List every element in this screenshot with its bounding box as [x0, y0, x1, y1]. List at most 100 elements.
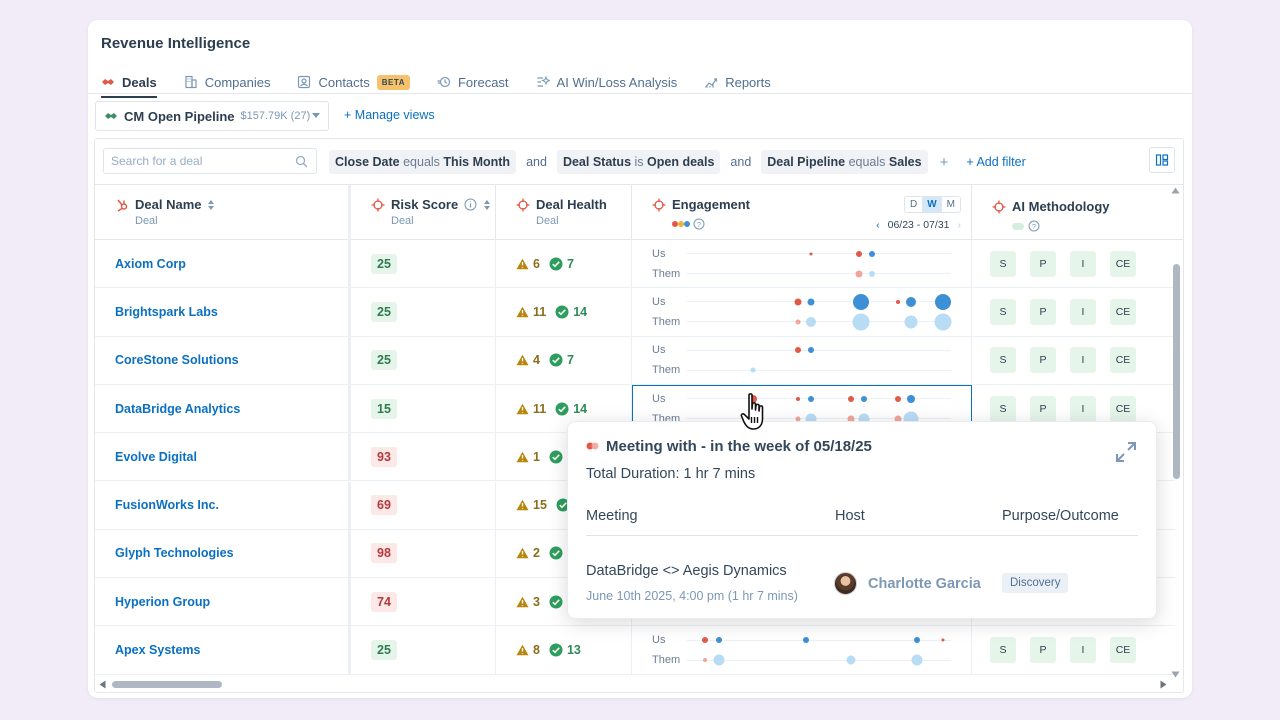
column-layout-button[interactable] [1149, 147, 1175, 173]
engagement-dot[interactable] [855, 250, 862, 257]
engagement-dot[interactable] [907, 394, 916, 403]
methodology-badge[interactable]: S [990, 637, 1016, 664]
engagement-dot[interactable] [934, 313, 952, 331]
engagement-dot[interactable] [808, 347, 815, 354]
search-field[interactable] [103, 148, 317, 174]
engagement-cell[interactable]: Us Them [632, 240, 972, 288]
methodology-badge[interactable]: I [1070, 347, 1096, 374]
engagement-dot[interactable] [795, 396, 800, 401]
engagement-dot[interactable] [794, 298, 802, 306]
methodology-badge[interactable]: P [1030, 347, 1056, 374]
engagement-dot[interactable] [703, 658, 708, 663]
methodology-badge[interactable]: P [1030, 250, 1056, 277]
deal-health-summary[interactable]: 1 [516, 450, 567, 464]
deal-name-link[interactable]: DataBridge Analytics [95, 402, 240, 416]
engagement-dot[interactable] [860, 395, 867, 402]
col-deal-health[interactable]: Deal Health Deal [496, 185, 632, 241]
engagement-dot[interactable] [896, 299, 901, 304]
engagement-dot[interactable] [868, 270, 875, 277]
engagement-dot[interactable] [713, 654, 725, 666]
deal-health-summary[interactable]: 8 13 [516, 643, 581, 657]
methodology-badge[interactable]: CE [1110, 347, 1136, 374]
methodology-badge[interactable]: P [1030, 298, 1056, 325]
methodology-badge[interactable]: S [990, 395, 1016, 422]
tab-ai-win-loss[interactable]: AI Win/Loss Analysis [536, 70, 677, 94]
deal-name-link[interactable]: Glyph Technologies [95, 546, 234, 560]
chevron-left-icon[interactable]: ‹ [876, 219, 880, 231]
methodology-badge[interactable]: I [1070, 395, 1096, 422]
engagement-dot[interactable] [868, 250, 875, 257]
deal-name-link[interactable]: Evolve Digital [95, 450, 197, 464]
horizontal-scroll-thumb[interactable] [112, 681, 222, 688]
engagement-cell[interactable]: Us Them [632, 626, 972, 674]
deal-name-link[interactable]: Apex Systems [95, 643, 200, 657]
expand-icon[interactable] [1114, 440, 1138, 464]
toggle-week[interactable]: W [922, 197, 942, 212]
deal-health-summary[interactable]: 47 [516, 353, 574, 367]
toggle-month[interactable]: M [942, 197, 960, 212]
add-filter-button[interactable]: + Add filter [966, 155, 1025, 169]
deal-health-summary[interactable]: 11 14 [516, 402, 587, 416]
engagement-dot[interactable] [702, 637, 709, 644]
help-icon[interactable]: ? [1028, 220, 1040, 232]
engagement-dot[interactable] [855, 270, 863, 278]
filter-chip-close-date[interactable]: Close Date equals This Month [329, 150, 517, 174]
methodology-badge[interactable]: I [1070, 250, 1096, 277]
filter-chip-deal-pipeline[interactable]: Deal Pipeline equals Sales [761, 150, 928, 174]
col-engagement[interactable]: Engagement ? D W M ‹ 06/23 - 07/31 › [632, 185, 972, 241]
engagement-dot[interactable] [802, 637, 809, 644]
filter-chip-deal-status[interactable]: Deal Status is Open deals [556, 150, 721, 174]
col-deal-name[interactable]: Deal Name Deal [95, 185, 351, 241]
tab-contacts[interactable]: Contacts BETA [297, 70, 410, 94]
table-row[interactable]: CoreStone Solutions 25 4 7 Us Them S P I CE [95, 336, 1175, 385]
methodology-badge[interactable]: CE [1110, 250, 1136, 277]
methodology-badge[interactable]: CE [1110, 637, 1136, 664]
engagement-dot[interactable] [852, 313, 870, 331]
meeting-name[interactable]: DataBridge <> Aegis Dynamics [586, 563, 787, 579]
deal-health-summary[interactable]: 3 [516, 595, 567, 609]
engagement-dot[interactable] [853, 293, 870, 310]
vertical-scroll-thumb[interactable] [1173, 264, 1180, 479]
chevron-right-icon[interactable]: › [958, 219, 962, 231]
tab-forecast[interactable]: Forecast [437, 70, 509, 94]
engagement-dot[interactable] [895, 395, 902, 402]
engagement-cell[interactable]: Us Them [632, 336, 972, 384]
search-input[interactable] [111, 154, 291, 168]
horizontal-scrollbar[interactable] [95, 678, 1183, 692]
engagement-dot[interactable] [906, 296, 917, 307]
methodology-badge[interactable]: CE [1110, 395, 1136, 422]
deal-health-summary[interactable]: 15 [516, 498, 574, 512]
deal-health-summary[interactable]: 11 14 [516, 305, 587, 319]
sort-icon[interactable] [207, 199, 215, 211]
deal-name-link[interactable]: FusionWorks Inc. [95, 498, 219, 512]
methodology-badge[interactable]: CE [1110, 298, 1136, 325]
engagement-dot[interactable] [809, 252, 813, 256]
add-condition-icon[interactable]: + [940, 154, 949, 171]
tab-reports[interactable]: Reports [704, 70, 771, 94]
methodology-badge[interactable]: P [1030, 395, 1056, 422]
engagement-dot[interactable] [913, 637, 920, 644]
engagement-dot[interactable] [846, 655, 856, 665]
engagement-dot[interactable] [808, 395, 815, 402]
help-icon[interactable]: ? [693, 218, 705, 230]
engagement-dot[interactable] [807, 298, 815, 306]
deal-name-link[interactable]: Axiom Corp [95, 257, 186, 271]
table-row[interactable]: Apex Systems 25 8 13 Us Them S P I CE [95, 626, 1175, 675]
engagement-cell[interactable]: Us Them [632, 288, 972, 336]
scroll-down-icon[interactable] [1171, 671, 1180, 678]
methodology-badge[interactable]: I [1070, 298, 1096, 325]
engagement-dot[interactable] [911, 654, 923, 666]
deal-health-summary[interactable]: 2 [516, 546, 567, 560]
engagement-dot[interactable] [806, 316, 817, 327]
tab-companies[interactable]: Companies [184, 70, 270, 94]
methodology-badge[interactable]: S [990, 298, 1016, 325]
view-selector[interactable]: CM Open Pipeline $157.79K (27) [95, 101, 329, 131]
col-risk-score[interactable]: Risk Score Deal [351, 185, 496, 241]
engagement-dot[interactable] [904, 315, 918, 329]
info-icon[interactable] [464, 198, 477, 211]
deal-health-summary[interactable]: 67 [516, 257, 574, 271]
manage-views-link[interactable]: + Manage views [344, 108, 435, 122]
methodology-badge[interactable]: I [1070, 637, 1096, 664]
deal-name-link[interactable]: Brightspark Labs [95, 305, 218, 319]
deal-name-link[interactable]: Hyperion Group [95, 595, 210, 609]
